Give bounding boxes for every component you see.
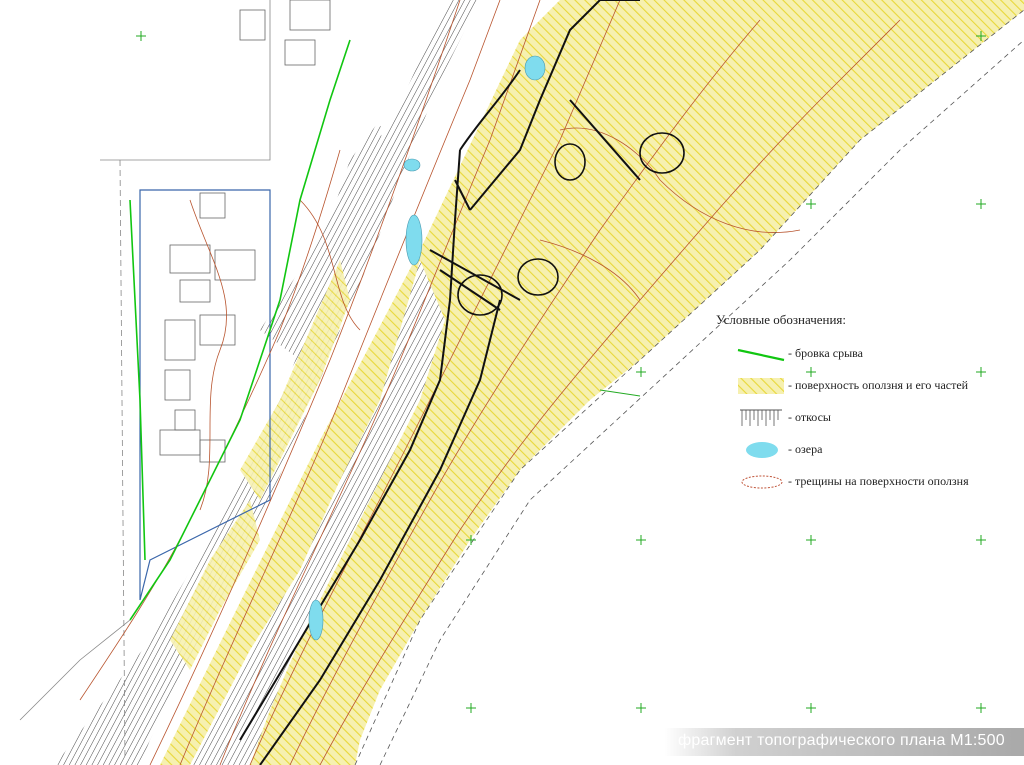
legend-title: Условные обозначения: — [716, 312, 847, 327]
map-caption-bar: фрагмент топографического плана М1:500 — [664, 728, 1024, 756]
legend-item-cracks: - трещины на поверхности оползня — [716, 470, 1006, 502]
legend-label-slopes: - откосы — [788, 410, 831, 424]
legend-label-lakes: - озера — [788, 442, 823, 456]
legend-item-slopes: - откосы — [716, 406, 1006, 438]
map-caption: фрагмент топографического плана М1:500 — [678, 732, 1005, 749]
lake-icon — [746, 442, 778, 458]
legend-item-scarp: - бровка срыва — [716, 342, 1006, 374]
crack-outline-icon — [741, 475, 783, 489]
hatched-surface-icon — [738, 378, 784, 394]
flow-arrow — [599, 389, 641, 397]
legend-label-scarp: - бровка срыва — [788, 346, 863, 360]
scarp-line-icon — [737, 348, 785, 362]
legend-item-surface: - поверхность оползня и его частей — [716, 374, 1006, 406]
slope-comb-icon — [740, 409, 782, 426]
slope-zones — [55, 0, 480, 765]
legend-label-surface: - поверхность оползня и его частей — [788, 378, 969, 392]
map-legend: Условные обозначения: - бровка срыва - п… — [716, 312, 1006, 502]
legend-item-lakes: - озера — [716, 438, 1006, 470]
legend-label-cracks: - трещины на поверхности оползня — [788, 474, 969, 488]
